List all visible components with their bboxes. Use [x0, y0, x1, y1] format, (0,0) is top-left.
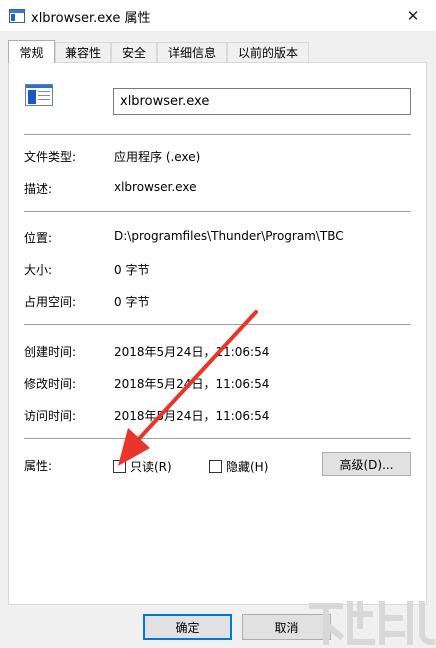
created-label: 创建时间: [24, 345, 77, 359]
hidden-checkbox[interactable]: 隐藏(H) [209, 458, 268, 475]
divider [24, 134, 411, 135]
description-label: 描述: [24, 182, 53, 196]
divider [24, 211, 411, 212]
tab-compatibility[interactable]: 兼容性 [55, 42, 111, 62]
divider [24, 324, 411, 325]
hidden-label: 隐藏(H) [226, 460, 269, 474]
modified-value: 2018年5月24日，11:06:54 [114, 377, 270, 391]
created-value: 2018年5月24日，11:06:54 [114, 345, 270, 359]
tab-previous-versions[interactable]: 以前的版本 [227, 42, 309, 62]
file-name-field[interactable] [113, 88, 411, 115]
attributes-label: 属性: [24, 459, 53, 473]
readonly-checkbox[interactable]: 只读(R) [113, 458, 172, 475]
accessed-value: 2018年5月24日，11:06:54 [114, 409, 270, 423]
accessed-label: 访问时间: [24, 409, 77, 423]
tab-general[interactable]: 常规 [8, 40, 55, 63]
tab-details[interactable]: 详细信息 [157, 42, 227, 62]
close-button[interactable]: ✕ [390, 0, 436, 31]
close-icon: ✕ [406, 6, 420, 25]
ok-button[interactable]: 确定 [143, 614, 232, 640]
location-value: D:\programfiles\Thunder\Program\TBC [114, 229, 344, 243]
tab-security[interactable]: 安全 [111, 42, 157, 62]
description-value: xlbrowser.exe [114, 180, 197, 194]
modified-label: 修改时间: [24, 377, 77, 391]
file-type-value: 应用程序 (.exe) [114, 150, 201, 164]
title-bar: xlbrowser.exe 属性 ✕ [0, 0, 436, 31]
cancel-button[interactable]: 取消 [242, 614, 331, 640]
size-label: 大小: [24, 263, 53, 277]
size-on-disk-value: 0 字节 [114, 295, 150, 309]
advanced-button[interactable]: 高级(D)... [322, 452, 411, 476]
file-type-label: 文件类型: [24, 150, 77, 164]
location-label: 位置: [24, 231, 53, 245]
general-panel [8, 62, 427, 605]
size-value: 0 字节 [114, 263, 150, 277]
window-title: xlbrowser.exe 属性 [31, 11, 151, 26]
hidden-checkbox-box[interactable] [209, 460, 222, 473]
app-window-icon [9, 9, 25, 23]
divider [24, 438, 411, 439]
readonly-checkbox-box[interactable] [113, 460, 126, 473]
readonly-label: 只读(R) [130, 460, 172, 474]
size-on-disk-label: 占用空间: [24, 295, 77, 309]
application-file-icon [25, 84, 53, 106]
